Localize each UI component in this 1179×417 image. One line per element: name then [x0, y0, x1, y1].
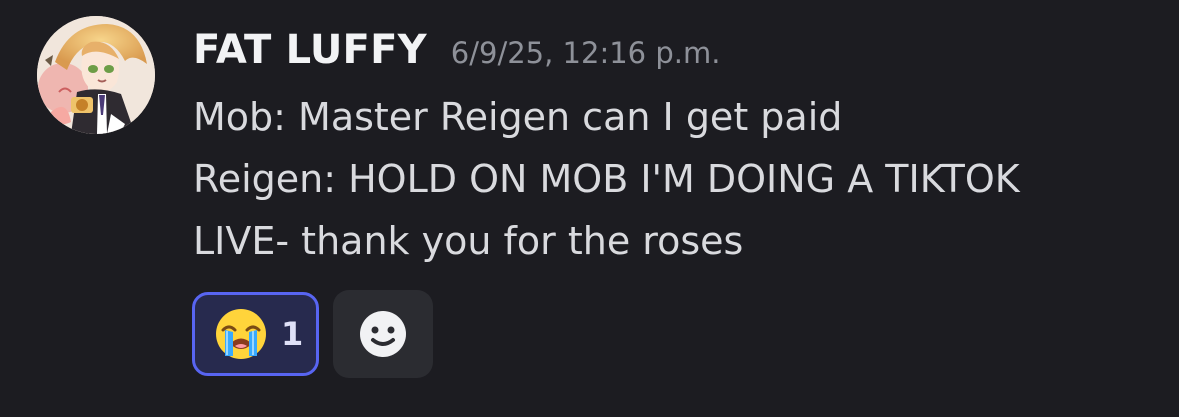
smile-icon: [360, 311, 406, 357]
message-body: Mob: Master Reigen can I get paid Reigen…: [193, 86, 1153, 272]
avatar-image: [37, 16, 155, 134]
reaction-count: 1: [281, 315, 304, 353]
reaction-loudly-crying[interactable]: 1: [192, 292, 319, 376]
message-content: FAT LUFFY 6/9/25, 12:16 p.m. Mob: Master…: [193, 24, 1153, 272]
avatar[interactable]: [37, 16, 155, 134]
message-header: FAT LUFFY 6/9/25, 12:16 p.m.: [193, 24, 1153, 76]
message-timestamp: 6/9/25, 12:16 p.m.: [450, 36, 721, 70]
chat-message: FAT LUFFY 6/9/25, 12:16 p.m. Mob: Master…: [0, 0, 1179, 417]
loudly-crying-face-icon: [216, 309, 266, 359]
message-line: Reigen: HOLD ON MOB I'M DOING A TIKTOK: [193, 157, 1020, 201]
message-line: Mob: Master Reigen can I get paid: [193, 95, 843, 139]
author-name[interactable]: FAT LUFFY: [193, 24, 427, 76]
add-reaction-button[interactable]: [333, 290, 433, 378]
message-line: LIVE- thank you for the roses: [193, 219, 744, 263]
reactions-row: 1: [192, 290, 433, 378]
